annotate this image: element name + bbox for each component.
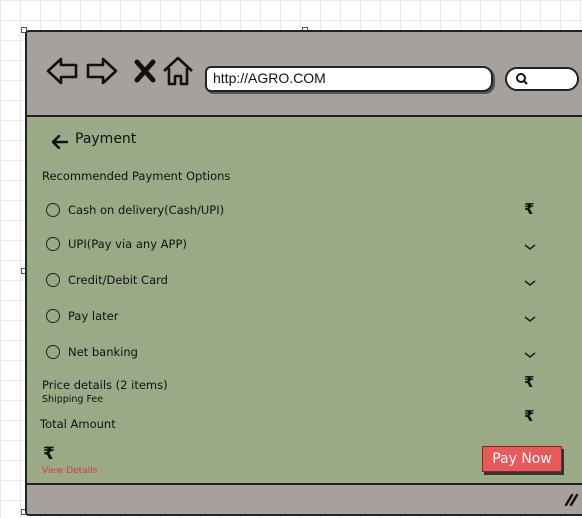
forward-arrow-icon[interactable] [85,54,119,88]
section-label: Recommended Payment Options [42,169,231,183]
option-label: Net banking [68,345,138,359]
page-title: Payment [75,131,137,147]
resize-grip-icon[interactable] [563,492,579,506]
browser-toolbar: http://AGRO.COM [27,32,582,117]
payment-page: Payment Recommended Payment Options Cash… [27,117,582,484]
search-field[interactable] [505,67,579,91]
pay-now-button[interactable]: Pay Now [482,446,562,472]
search-icon [516,73,528,85]
shipping-fee-label: Shipping Fee [42,394,104,405]
chevron-down-icon[interactable] [523,278,537,288]
browser-window: http://AGRO.COM Payment Recommended Paym… [25,30,582,516]
left-arrow-icon[interactable] [52,135,68,149]
radio-button[interactable] [46,309,60,323]
price-value: ₹ [524,373,535,391]
option-label: UPI(Pay via any APP) [68,237,187,251]
chevron-down-icon[interactable] [523,350,537,360]
chevron-down-icon[interactable] [523,242,537,252]
radio-button[interactable] [46,203,60,217]
home-icon[interactable] [161,54,195,88]
rupee-icon: ₹ [524,200,535,218]
total-amount-value: ₹ [524,407,535,425]
browser-status-bar [27,483,582,514]
radio-button[interactable] [46,345,60,359]
close-x-icon[interactable] [129,54,163,88]
address-bar[interactable]: http://AGRO.COM [205,66,493,92]
payable-amount: ₹ [43,444,55,464]
price-details-label: Price details (2 items) [42,378,168,392]
total-amount-label: Total Amount [40,417,116,431]
url-text: http://AGRO.COM [213,70,326,86]
back-arrow-icon[interactable] [45,54,79,88]
option-label: Cash on delivery(Cash/UPI) [68,203,225,217]
view-details-link[interactable]: View Details [42,466,97,476]
radio-button[interactable] [46,273,60,287]
option-label: Pay later [68,309,119,323]
chevron-down-icon[interactable] [523,314,537,324]
radio-button[interactable] [46,237,60,251]
option-label: Credit/Debit Card [68,273,168,287]
